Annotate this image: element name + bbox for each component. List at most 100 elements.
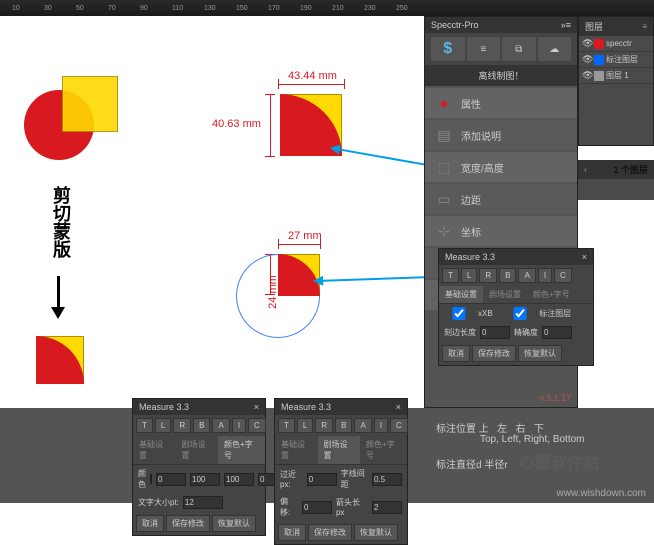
info-line2: Top, Left, Right, Bottom — [480, 434, 585, 445]
measure-pos-btn[interactable]: I — [374, 418, 388, 433]
measure-panel-bottom2[interactable]: Measure 3.3× TLRBAIC 基础设置 剧场设置 颜色+字号 过近p… — [274, 398, 408, 545]
arrow-blue-2 — [316, 276, 432, 282]
layer-row[interactable]: 👁 标注图层 — [579, 52, 653, 68]
tab-colorfont[interactable]: 颜色+字号 — [218, 436, 265, 464]
specctr-tab-lines-icon[interactable]: ≡ — [467, 37, 501, 61]
layer-row[interactable]: 👁 图层 1 — [579, 68, 653, 84]
specctr-item-3[interactable]: ▭ 边距 — [425, 184, 577, 214]
dim-line-v — [270, 94, 271, 156]
specctr-item-label: 边距 — [461, 192, 481, 207]
measure-pos-btn[interactable]: T — [136, 418, 153, 433]
specctr-item-1[interactable]: ▤添加说明 — [425, 120, 577, 150]
eye-icon[interactable]: 👁 — [582, 54, 592, 65]
panel-menu-icon[interactable]: »≡ — [561, 20, 571, 30]
measure-action-btn[interactable]: 恢复默认 — [354, 524, 398, 541]
clip-mask-label: 剪切蒙版 — [48, 186, 74, 258]
measure-action-btn[interactable]: 恢复默认 — [518, 345, 562, 362]
specctr-item-4[interactable]: ⊹ 坐标 — [425, 216, 577, 246]
specctr-item-icon: ⊹ — [435, 222, 453, 240]
eye-icon[interactable]: 👁 — [582, 38, 592, 49]
specctr-tab-brand[interactable]: $ — [431, 37, 465, 61]
tab-colorfont[interactable]: 颜色+字号 — [527, 286, 576, 303]
layer-color-swatch — [594, 55, 604, 65]
ruler-horizontal: 1030507090110130150170190210230250 — [0, 0, 654, 16]
layer-name: 标注图层 — [606, 54, 638, 65]
measure-action-btn[interactable]: 保存修改 — [308, 524, 352, 541]
tab-theater[interactable]: 剧场设置 — [176, 436, 219, 464]
layer-name: 图层 1 — [606, 70, 629, 81]
specctr-title: Specctr-Pro»≡ — [425, 17, 577, 33]
tab-basic[interactable]: 基础设置 — [275, 436, 318, 464]
chevron-icon[interactable]: ‹ — [584, 165, 587, 174]
measure-pos-btn[interactable]: R — [173, 418, 191, 433]
specctr-item-label: 坐标 — [461, 224, 481, 239]
close-icon[interactable]: × — [582, 252, 587, 262]
logo: 心愿软件站 — [519, 449, 599, 473]
specctr-tab-cloud-icon[interactable]: ☁ — [538, 37, 572, 61]
eye-icon[interactable]: 👁 — [582, 70, 592, 81]
measure-action-btn[interactable]: 保存修改 — [472, 345, 516, 362]
measure-pos-btn[interactable]: R — [479, 268, 497, 283]
measure-pos-btn[interactable]: L — [155, 418, 171, 433]
measure-pos-btn[interactable]: T — [442, 268, 459, 283]
measure-pos-btn[interactable]: A — [518, 268, 535, 283]
specctr-version: v.3.1.17 — [540, 393, 571, 403]
watermark: www.wishdown.com — [557, 488, 646, 499]
measure-pos-btn[interactable]: I — [538, 268, 552, 283]
specctr-item-label: 属性 — [461, 96, 481, 111]
measure-pos-btn[interactable]: B — [193, 418, 210, 433]
dim-line-h — [278, 84, 344, 85]
measure-panel-float[interactable]: Measure 3.3× TLRBAIC 基础设置 剧场设置 颜色+字号 xXB… — [438, 248, 594, 366]
measure-action-btn[interactable]: 取消 — [136, 515, 164, 532]
measure-pos-btn[interactable]: I — [232, 418, 246, 433]
measure-pos-btn[interactable]: T — [278, 418, 295, 433]
color-swatch[interactable] — [150, 474, 152, 484]
info-line1: 标注位置 上 左 右 下 — [436, 420, 544, 435]
measure-pos-btn[interactable]: C — [390, 418, 408, 433]
specctr-item-icon: ⬚ — [435, 158, 453, 176]
measure-panel-bottom1[interactable]: Measure 3.3× TLRBAIC 基础设置 剧场设置 颜色+字号 颜色 … — [132, 398, 266, 536]
measure-action-btn[interactable]: 保存修改 — [166, 515, 210, 532]
tab-theater[interactable]: 剧场设置 — [318, 436, 361, 464]
layer-color-swatch — [594, 71, 604, 81]
layer-name: specctr — [606, 39, 632, 48]
measure-pos-btn[interactable]: A — [212, 418, 229, 433]
info-line3: 标注直径d 半径r — [436, 456, 508, 471]
close-icon[interactable]: × — [254, 402, 259, 412]
layer-row[interactable]: 👁 specctr — [579, 36, 653, 52]
properties-collapsed[interactable]: ‹1 个图层 — [578, 160, 654, 200]
arrow-blue-1 — [333, 147, 432, 166]
close-icon[interactable]: × — [396, 402, 401, 412]
chk-layer[interactable] — [505, 307, 535, 320]
specctr-tab-copy-icon[interactable]: ⧉ — [502, 37, 536, 61]
measure-pos-btn[interactable]: L — [461, 268, 477, 283]
measure-pos-btn[interactable]: C — [554, 268, 572, 283]
measure-pos-btn[interactable]: C — [248, 418, 266, 433]
layers-panel[interactable]: 图层≡ 👁 specctr 👁 标注图层 👁 图层 1 — [578, 16, 654, 146]
tab-basic[interactable]: 基础设置 — [133, 436, 176, 464]
measure-pos-btn[interactable]: L — [297, 418, 313, 433]
dimension-height-label: 40.63 mm — [212, 118, 261, 130]
precision-input[interactable] — [542, 326, 572, 339]
measure-action-btn[interactable]: 恢复默认 — [212, 515, 256, 532]
down-arrow-icon — [57, 276, 60, 316]
edge-len-input[interactable] — [480, 326, 510, 339]
measure-pos-btn[interactable]: B — [499, 268, 516, 283]
specctr-item-0[interactable]: ● 属性 — [425, 88, 577, 118]
measure-action-btn[interactable]: 取消 — [442, 345, 470, 362]
specctr-item-2[interactable]: ⬚宽度/高度 — [425, 152, 577, 182]
specctr-item-icon: ● — [435, 94, 453, 112]
tab-basic[interactable]: 基础设置 — [439, 286, 483, 303]
specctr-tabs[interactable]: $ ≡ ⧉ ☁ — [425, 33, 577, 65]
layers-title: 图层≡ — [579, 17, 653, 36]
measure-pos-btn[interactable]: B — [335, 418, 352, 433]
specctr-item-icon: ▭ — [435, 190, 453, 208]
tab-colorfont[interactable]: 颜色+字号 — [360, 436, 407, 464]
measure-action-btn[interactable]: 取消 — [278, 524, 306, 541]
tab-theater[interactable]: 剧场设置 — [483, 286, 527, 303]
chk-xxb[interactable] — [444, 307, 474, 320]
panel-menu-icon[interactable]: ≡ — [642, 22, 647, 31]
measure-pos-btn[interactable]: A — [354, 418, 371, 433]
measure-pos-btn[interactable]: R — [315, 418, 333, 433]
dimension-width-label: 43.44 mm — [288, 70, 337, 82]
